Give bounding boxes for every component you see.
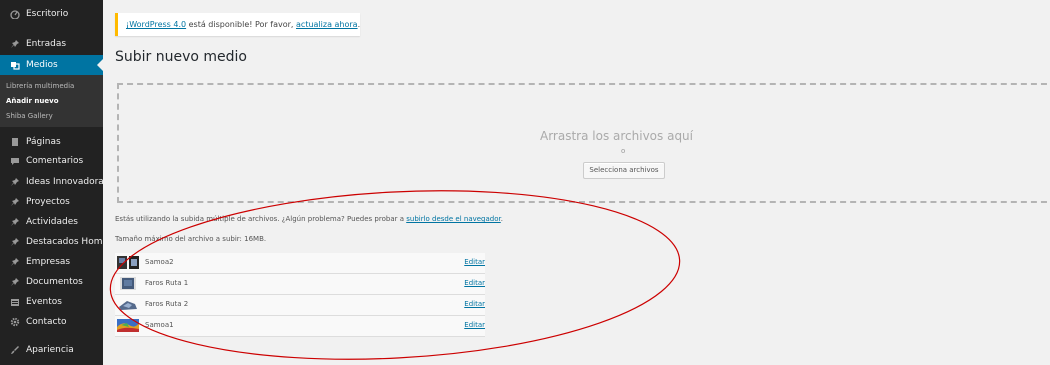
- sidebar-item-label: Ideas Innovadoras: [26, 177, 103, 187]
- file-name: Samoa1: [145, 321, 174, 329]
- sidebar-item-entradas[interactable]: Entradas: [0, 34, 103, 54]
- pin-icon: [10, 257, 20, 267]
- media-icon: [10, 60, 20, 70]
- sidebar-item-label: Actividades: [26, 217, 78, 227]
- pages-icon: [10, 137, 20, 147]
- file-name: Faros Ruta 1: [145, 279, 189, 287]
- sidebar-item-destacados-home[interactable]: Destacados Home: [0, 232, 103, 252]
- multi-upload-text: Estás utilizando la subida múltiple de a…: [115, 215, 407, 223]
- sidebar-item-label: Contacto: [26, 317, 67, 327]
- sidebar-item-paginas[interactable]: Páginas: [0, 132, 103, 152]
- pin-icon: [10, 177, 20, 187]
- notice-end: .: [357, 20, 361, 29]
- sidebar-item-label: Páginas: [26, 137, 61, 147]
- sidebar-item-documentos[interactable]: Documentos: [0, 272, 103, 292]
- edit-link[interactable]: Editar: [464, 321, 485, 329]
- thumbnail-image: [117, 277, 139, 290]
- wordpress-version-link[interactable]: ¡WordPress 4.0: [126, 20, 186, 29]
- media-item: Faros Ruta 1 Editar: [115, 274, 485, 295]
- comments-icon: [10, 156, 20, 166]
- media-submenu: Librería multimedia Añadir nuevo Shiba G…: [0, 75, 103, 127]
- sidebar-item-empresas[interactable]: Empresas: [0, 252, 103, 272]
- sidebar-item-label: Escritorio: [26, 9, 69, 19]
- sidebar-item-label: Empresas: [26, 257, 71, 267]
- pin-icon: [10, 277, 20, 287]
- pin-icon: [10, 217, 20, 227]
- gear-icon: [10, 317, 20, 327]
- drop-zone-or: o: [621, 147, 626, 155]
- sidebar-item-medios[interactable]: Medios: [0, 55, 103, 75]
- thumbnail-image: [117, 256, 139, 269]
- calendar-icon: [10, 297, 20, 307]
- sidebar-item-label: Proyectos: [26, 197, 70, 207]
- admin-sidebar: Escritorio Entradas Medios Librería mult…: [0, 0, 103, 365]
- sidebar-item-eventos[interactable]: Eventos: [0, 292, 103, 312]
- thumbnail-image: [117, 319, 139, 332]
- edit-link[interactable]: Editar: [464, 300, 485, 308]
- sidebar-item-label: Apariencia: [26, 345, 74, 355]
- pin-icon: [10, 39, 20, 49]
- pin-icon: [10, 197, 20, 207]
- select-files-button[interactable]: Selecciona archivos: [583, 162, 665, 179]
- sidebar-item-ideas-innovadoras[interactable]: Ideas Innovadoras: [0, 172, 103, 192]
- notice-text: está disponible! Por favor,: [186, 20, 297, 29]
- sidebar-item-label: Entradas: [26, 39, 67, 49]
- media-item: Faros Ruta 2 Editar: [115, 295, 485, 316]
- sidebar-item-label: Comentarios: [26, 156, 84, 166]
- submenu-item-shiba-gallery[interactable]: Shiba Gallery: [6, 112, 53, 120]
- sidebar-item-escritorio[interactable]: Escritorio: [0, 4, 103, 24]
- active-indicator: [97, 59, 103, 71]
- sidebar-item-contacto[interactable]: Contacto: [0, 312, 103, 332]
- sidebar-item-label: Eventos: [26, 297, 62, 307]
- sidebar-item-label: Destacados Home: [26, 237, 103, 247]
- edit-link[interactable]: Editar: [464, 279, 485, 287]
- sidebar-item-label: Medios: [26, 60, 58, 70]
- media-item: Samoa1 Editar: [115, 316, 485, 337]
- sidebar-item-proyectos[interactable]: Proyectos: [0, 192, 103, 212]
- media-item: Samoa2 Editar: [115, 253, 485, 274]
- browser-uploader-link[interactable]: subirlo desde el navegador: [406, 215, 501, 223]
- edit-link[interactable]: Editar: [464, 258, 485, 266]
- brush-icon: [10, 345, 20, 355]
- multi-upload-notice: Estás utilizando la subida múltiple de a…: [115, 215, 503, 223]
- thumbnail-image: [117, 298, 139, 311]
- submenu-item-add-new[interactable]: Añadir nuevo: [6, 97, 59, 105]
- drop-zone[interactable]: [117, 83, 1050, 203]
- file-name: Faros Ruta 2: [145, 300, 189, 308]
- page-title: Subir nuevo medio: [115, 49, 247, 65]
- pin-icon: [10, 237, 20, 247]
- update-notice: ¡WordPress 4.0 está disponible! Por favo…: [115, 13, 360, 36]
- multi-upload-end: .: [500, 215, 503, 223]
- sidebar-item-actividades[interactable]: Actividades: [0, 212, 103, 232]
- submenu-item-library[interactable]: Librería multimedia: [6, 82, 74, 90]
- update-now-link[interactable]: actualiza ahora: [296, 20, 358, 29]
- dashboard-icon: [10, 9, 20, 19]
- max-upload-size: Tamaño máximo del archivo a subir: 16MB.: [115, 235, 267, 243]
- sidebar-item-apariencia[interactable]: Apariencia: [0, 340, 103, 360]
- sidebar-item-label: Documentos: [26, 277, 83, 287]
- file-name: Samoa2: [145, 258, 174, 266]
- sidebar-item-comentarios[interactable]: Comentarios: [0, 151, 103, 171]
- drop-zone-text: Arrastra los archivos aquí: [540, 129, 693, 143]
